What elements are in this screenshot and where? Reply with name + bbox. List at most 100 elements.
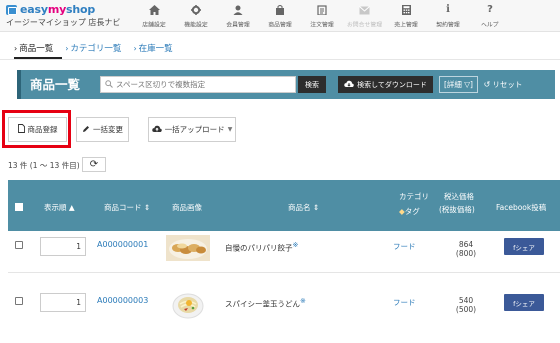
- product-thumbnail-udon[interactable]: [166, 291, 210, 319]
- nav-item-help[interactable]: ? ヘルプ: [469, 0, 511, 32]
- nav-label: 商品管理: [268, 20, 292, 28]
- reset-icon: ↺: [483, 80, 491, 89]
- chevron-down-icon: ▼: [227, 126, 233, 133]
- top-navigation-bar: easymyshop イージーマイショップ 店長ナビ 店舗設定 機能設定 会員管…: [0, 0, 560, 32]
- search-download-button[interactable]: 検索してダウンロード: [338, 76, 433, 93]
- price-tax-included: 540: [458, 296, 474, 305]
- row-checkbox[interactable]: [15, 297, 23, 305]
- pencil-icon: [82, 125, 90, 135]
- product-thumbnail-gyoza[interactable]: [166, 235, 210, 261]
- search-box[interactable]: [100, 76, 296, 93]
- nav-item-contract[interactable]: i 契約管理: [427, 0, 469, 32]
- nav-item-sales[interactable]: 売上管理: [385, 0, 427, 32]
- tab-stock-list[interactable]: › 在庫一覧: [133, 42, 172, 55]
- nav-item-store-settings[interactable]: 店舗設定: [133, 0, 175, 32]
- header-accent: [17, 70, 21, 99]
- info-icon: i: [446, 4, 450, 15]
- logo[interactable]: easymyshop イージーマイショップ 店長ナビ: [6, 3, 126, 29]
- column-header-tag[interactable]: ◆タグ: [399, 206, 420, 217]
- nav-item-members[interactable]: 会員管理: [217, 0, 259, 32]
- column-header-facebook: Facebook投稿: [496, 203, 547, 212]
- price-tax-included: 864: [458, 240, 474, 249]
- product-name: 自慢のパリパリ餃子※: [225, 241, 299, 253]
- nav-label: 店舗設定: [142, 20, 166, 28]
- nav-label: 機能設定: [184, 20, 208, 28]
- nav-item-orders[interactable]: 注文管理: [301, 0, 343, 32]
- bulk-edit-label: 一括変更: [93, 125, 123, 134]
- nav-label: 会員管理: [226, 20, 250, 28]
- product-name: スパイシー釜玉うどん※: [225, 297, 306, 309]
- column-header-price-ex-tax: (税抜価格): [439, 205, 475, 214]
- facebook-share-button[interactable]: fシェア: [504, 294, 544, 311]
- nav-label: お問合せ管理: [346, 20, 382, 28]
- search-input[interactable]: [116, 80, 286, 89]
- sort-icon: ⇕: [310, 203, 320, 212]
- search-icon: [105, 79, 113, 90]
- gear-icon: [191, 4, 201, 17]
- bag-icon: [275, 4, 285, 17]
- search-download-label: 検索してダウンロード: [357, 80, 427, 89]
- row-divider: [8, 272, 560, 273]
- refresh-icon: ⟳: [89, 159, 99, 170]
- display-order-input[interactable]: [40, 293, 86, 312]
- red-highlight-annotation: [2, 110, 71, 148]
- column-header-category[interactable]: カテゴリ: [399, 191, 429, 202]
- category-link[interactable]: フード: [393, 241, 416, 252]
- advanced-search-toggle[interactable]: [詳細 ▽]: [439, 76, 478, 93]
- column-header-code[interactable]: 商品コード ⇕: [104, 202, 150, 213]
- cloud-download-icon: [344, 80, 354, 90]
- result-count: 13 件 (1 ～ 13 件目): [8, 161, 80, 170]
- question-icon: ?: [487, 4, 493, 15]
- tab-category-list[interactable]: › カテゴリ一覧: [65, 42, 121, 55]
- note-mark: ※: [292, 241, 299, 249]
- price-cell: 540 (500): [446, 296, 486, 314]
- reset-label: リセット: [492, 80, 523, 89]
- refresh-button[interactable]: ⟳: [82, 157, 106, 172]
- tab-product-list[interactable]: › 商品一覧: [14, 42, 53, 55]
- table-header: [8, 180, 560, 231]
- bulk-upload-label: 一括アップロード: [164, 125, 225, 134]
- nav-item-inquiries[interactable]: お問合せ管理: [343, 0, 385, 32]
- cloud-upload-icon: [151, 125, 162, 135]
- logo-subtitle: イージーマイショップ 店長ナビ: [6, 18, 121, 27]
- calculator-icon: [401, 4, 411, 17]
- user-icon: [233, 4, 243, 17]
- mail-icon: [358, 4, 370, 17]
- page-title: 商品一覧: [30, 77, 81, 92]
- bulk-edit-button[interactable]: 一括変更: [76, 117, 129, 142]
- column-header-image: 商品画像: [172, 203, 202, 212]
- nav-label: 注文管理: [310, 20, 334, 28]
- clipboard-icon: [317, 4, 327, 17]
- column-header-name[interactable]: 商品名 ⇕: [288, 202, 319, 213]
- logo-mark-icon: [6, 4, 17, 15]
- price-cell: 864 (800): [446, 240, 486, 258]
- nav-label: 契約管理: [436, 20, 460, 28]
- note-mark: ※: [300, 297, 306, 305]
- sort-icon: ⇕: [141, 203, 151, 212]
- price-tax-excluded: (500): [455, 305, 477, 314]
- logo-wordmark: easymyshop: [20, 3, 96, 16]
- bulk-upload-dropdown[interactable]: 一括アップロード ▼: [148, 117, 236, 142]
- nav-item-products[interactable]: 商品管理: [259, 0, 301, 32]
- nav-item-feature-settings[interactable]: 機能設定: [175, 0, 217, 32]
- main-menu: 店舗設定 機能設定 会員管理 商品管理 注文管理 お問合せ管理 売上管理 i 契…: [133, 0, 511, 32]
- chevron-right-icon: ›: [133, 43, 137, 53]
- chevron-right-icon: ›: [65, 43, 69, 53]
- sort-asc-icon: ▲: [66, 203, 75, 212]
- column-header-order[interactable]: 表示順 ▲: [44, 202, 75, 213]
- facebook-share-button[interactable]: fシェア: [504, 238, 544, 255]
- nav-label: ヘルプ: [481, 20, 499, 28]
- display-order-input[interactable]: [40, 237, 86, 256]
- product-code-link[interactable]: A000000001: [97, 240, 148, 249]
- sub-tabs: › 商品一覧 › カテゴリ一覧 › 在庫一覧: [14, 40, 185, 56]
- category-link[interactable]: フード: [393, 297, 416, 308]
- nav-label: 売上管理: [394, 20, 418, 28]
- product-code-link[interactable]: A000000003: [97, 296, 148, 305]
- select-all-checkbox[interactable]: [15, 203, 23, 211]
- column-header-price[interactable]: 税込価格: [444, 191, 474, 202]
- home-icon: [148, 4, 160, 17]
- reset-button[interactable]: ↺ リセット: [482, 76, 524, 93]
- search-button[interactable]: 検索: [298, 76, 326, 93]
- chevron-right-icon: ›: [14, 43, 18, 53]
- row-checkbox[interactable]: [15, 241, 23, 249]
